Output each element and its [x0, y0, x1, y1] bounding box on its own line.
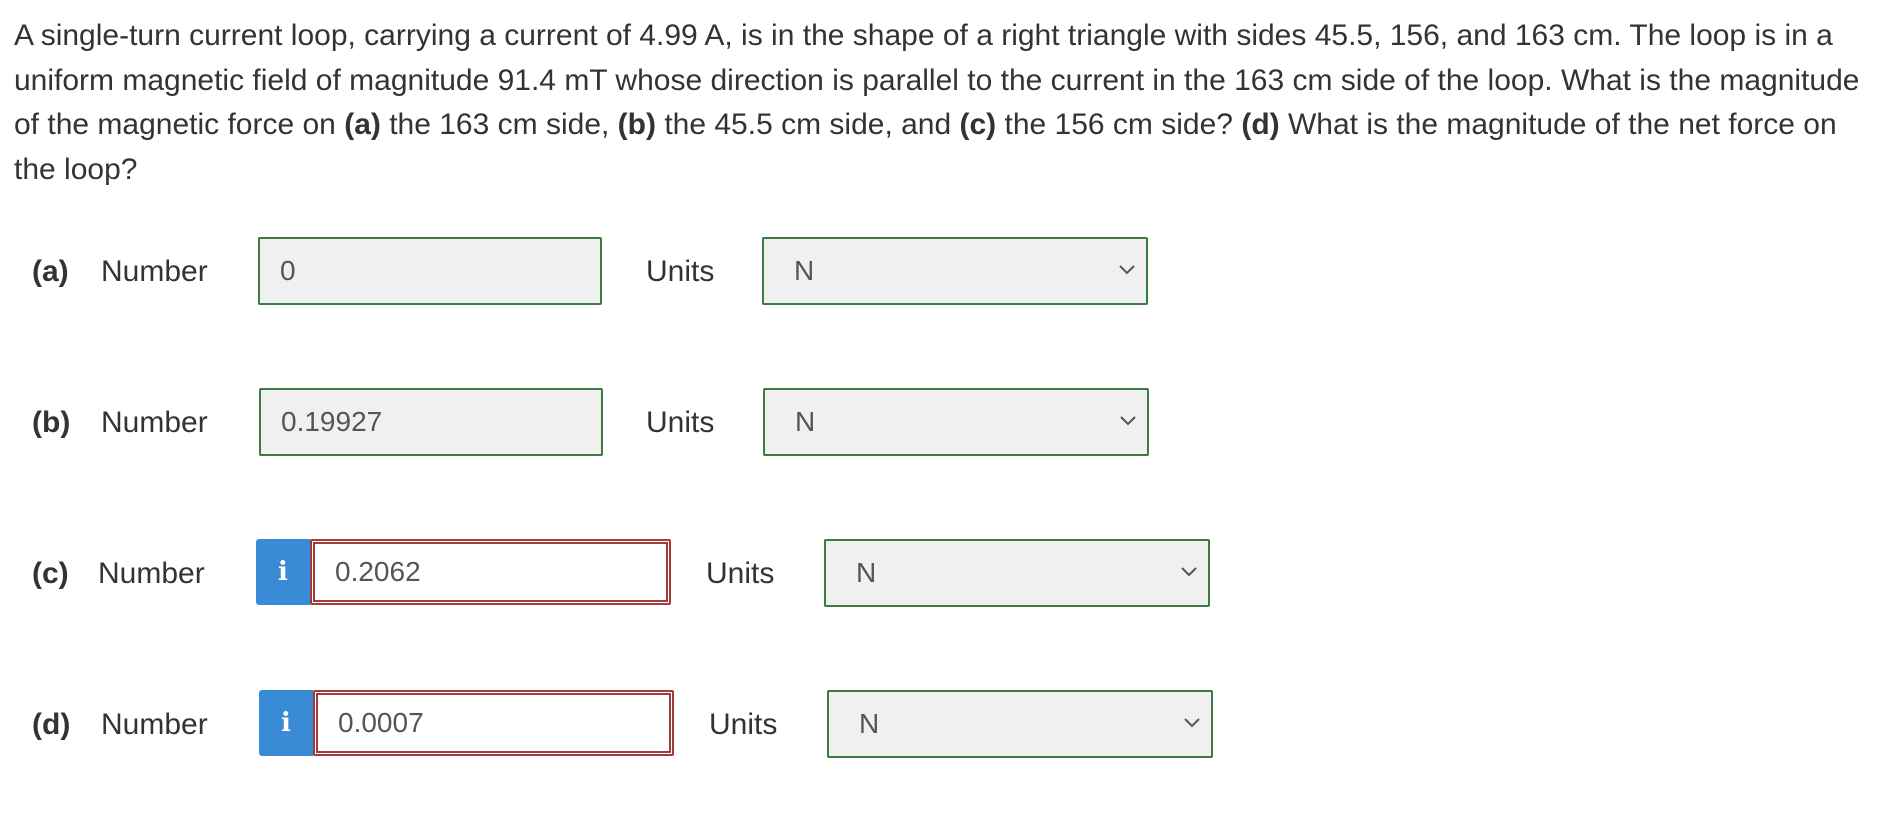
- answer-row-b: (b) Number 0.19927 Units N: [0, 388, 1898, 458]
- part-label: (c): [32, 557, 69, 590]
- part-b-ref: (b): [617, 108, 656, 141]
- units-select[interactable]: N: [824, 539, 1210, 607]
- number-label: Number: [101, 255, 208, 288]
- part-d-ref: (d): [1241, 108, 1280, 141]
- answer-row-c: (c) Number i 0.2062 Units N: [0, 539, 1898, 609]
- info-icon[interactable]: i: [256, 539, 310, 605]
- units-value: N: [856, 557, 877, 588]
- answer-input[interactable]: 0.2062: [310, 539, 671, 605]
- answer-row-a: (a) Number 0 Units N: [0, 237, 1898, 307]
- chevron-down-icon: [1184, 718, 1200, 728]
- chevron-down-icon: [1119, 265, 1135, 275]
- number-label: Number: [101, 406, 208, 439]
- question-text: A single-turn current loop, carrying a c…: [14, 19, 1860, 186]
- part-c-ref: (c): [959, 108, 997, 141]
- answer-row-d: (d) Number i 0.0007 Units N: [0, 690, 1898, 760]
- chevron-down-icon: [1181, 567, 1197, 577]
- number-label: Number: [101, 708, 208, 741]
- units-value: N: [859, 708, 880, 739]
- units-label: Units: [646, 406, 715, 439]
- part-a-ref: (a): [344, 108, 381, 141]
- part-label: (a): [32, 255, 69, 288]
- answer-input[interactable]: 0.0007: [313, 690, 674, 756]
- units-label: Units: [706, 557, 775, 590]
- units-select[interactable]: N: [827, 690, 1213, 758]
- answer-input[interactable]: 0.19927: [259, 388, 603, 456]
- units-label: Units: [646, 255, 715, 288]
- units-label: Units: [709, 708, 778, 741]
- chevron-down-icon: [1120, 416, 1136, 426]
- info-icon[interactable]: i: [259, 690, 313, 756]
- part-label: (b): [32, 406, 71, 439]
- units-select[interactable]: N: [763, 388, 1149, 456]
- units-value: N: [794, 255, 815, 286]
- number-label: Number: [98, 557, 205, 590]
- units-select[interactable]: N: [762, 237, 1148, 305]
- answer-input[interactable]: 0: [258, 237, 602, 305]
- units-value: N: [795, 406, 816, 437]
- part-label: (d): [32, 708, 71, 741]
